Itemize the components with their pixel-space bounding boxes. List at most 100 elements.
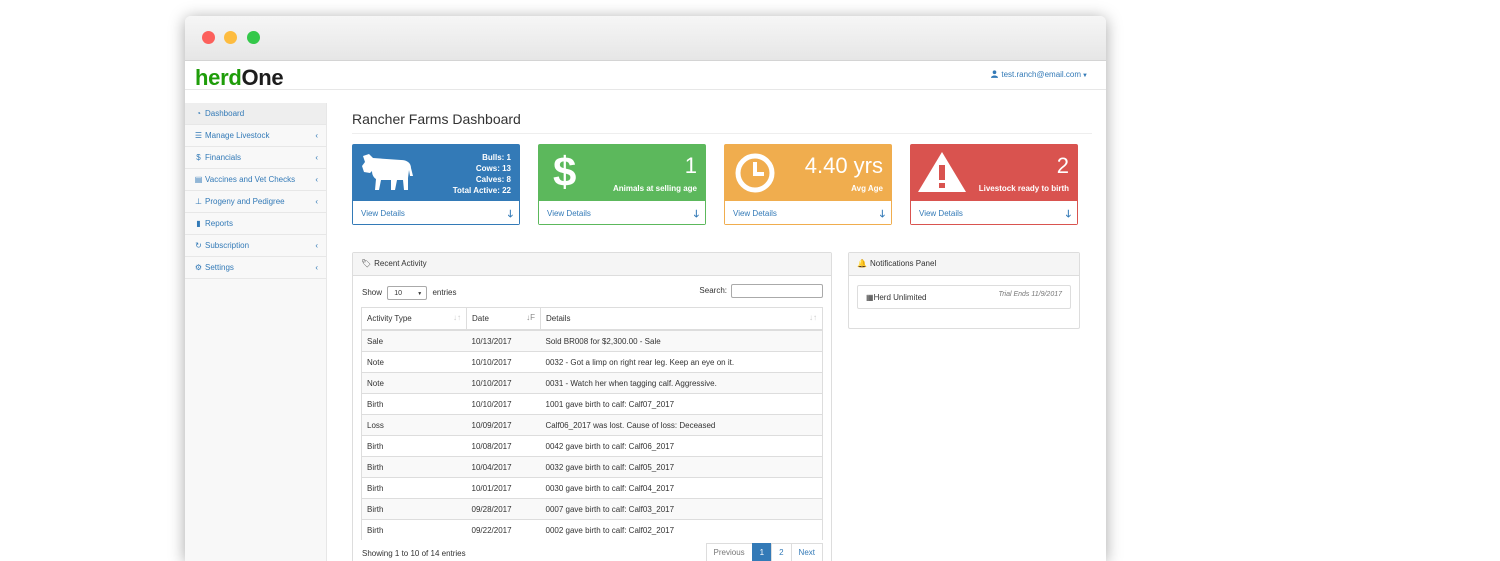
sidebar-item-progeny[interactable]: ⊥ Progeny and Pedigree ‹	[185, 191, 326, 213]
date-cell: 10/08/2017	[466, 435, 541, 457]
table-row: Birth 10/04/2017 0032 gave birth to calf: …	[361, 456, 823, 478]
notification-item[interactable]: ▦Herd Unlimited Trial Ends 11/9/2017	[857, 285, 1071, 309]
sidebar-item-dashboard[interactable]: ◔ Dashboard	[185, 103, 326, 125]
table-row: Birth 10/10/2017 1001 gave birth to calf: …	[361, 393, 823, 415]
brand-part2: One	[241, 65, 284, 90]
table-row: Note 10/10/2017 0032 - Got a limp on right…	[361, 351, 823, 373]
ready-to-birth-value: 2	[1056, 153, 1069, 178]
chevron-left-icon: ‹	[315, 197, 318, 206]
top-navbar: herdOne test.ranch@email.com▼	[185, 61, 1106, 90]
livestock-view-details[interactable]: View Details 🡓	[353, 202, 519, 224]
close-window-button[interactable]	[202, 31, 215, 44]
ready-to-birth-view-details[interactable]: View Details 🡓	[911, 202, 1077, 224]
sidebar-item-vaccines[interactable]: ▤ Vaccines and Vet Checks ‹	[185, 169, 326, 191]
bar-chart-icon: ▮	[196, 219, 201, 228]
sidebar-item-reports[interactable]: ▮ Reports	[185, 213, 326, 235]
date-cell: 10/10/2017	[466, 393, 541, 415]
view-details-link[interactable]: View Details	[361, 209, 405, 218]
sidebar-item-label: Progeny and Pedigree	[205, 197, 285, 206]
activity-type-cell: Note	[361, 351, 467, 373]
date-cell: 10/10/2017	[466, 351, 541, 373]
table-row: Note 10/10/2017 0031 - Watch her when tagg…	[361, 372, 823, 394]
entries-select-value: 10	[394, 290, 403, 297]
search-label: Search:	[699, 286, 727, 296]
brand-logo[interactable]: herdOne	[195, 65, 284, 91]
arrow-down-icon: 🡓	[693, 209, 699, 220]
column-header-details[interactable]: Details ↓↑	[540, 307, 823, 331]
chevron-left-icon: ‹	[315, 241, 318, 250]
gear-icon: ⚙	[194, 263, 203, 272]
page-title: Rancher Farms Dashboard	[352, 111, 521, 127]
entries-select[interactable]: 10 ▼	[387, 286, 428, 300]
entries-label: entries	[432, 288, 457, 298]
view-details-link[interactable]: View Details	[919, 209, 963, 218]
table-row: Birth 10/08/2017 0042 gave birth to calf: …	[361, 435, 823, 457]
sidebar-item-label: Dashboard	[205, 109, 245, 118]
chevron-left-icon: ‹	[315, 153, 318, 162]
table-row: Loss 10/09/2017 Calf06_2017 was lost. Caus…	[361, 414, 823, 436]
avg-age-value: 4.40 yrs	[804, 153, 883, 178]
caret-down-icon: ▼	[417, 291, 423, 297]
bulls-count: Bulls: 1	[482, 153, 511, 162]
selling-age-view-details[interactable]: View Details 🡓	[539, 202, 705, 224]
selling-age-value: 1	[684, 153, 697, 178]
view-details-link[interactable]: View Details	[733, 209, 777, 218]
list-alt-icon: ▤	[194, 175, 203, 184]
sitemap-icon: ⊥	[195, 197, 202, 206]
refresh-icon: ↻	[195, 241, 202, 250]
livestock-card: Bulls: 1 Cows: 13 Calves: 8 Total Active…	[352, 144, 520, 225]
date-cell: 10/01/2017	[466, 477, 541, 499]
sidebar-item-label: Reports	[205, 219, 234, 228]
activity-type-cell: Loss	[361, 414, 467, 436]
details-cell: 0030 gave birth to calf: Calf04_2017	[540, 477, 823, 499]
sidebar-item-settings[interactable]: ⚙ Settings ‹	[185, 257, 326, 279]
tags-icon: 🏷	[361, 259, 372, 268]
column-header-activity-type[interactable]: Activity Type ↓↑	[361, 307, 467, 331]
minimize-window-button[interactable]	[224, 31, 237, 44]
sidebar-item-financials[interactable]: $ Financials ‹	[185, 147, 326, 169]
search-input[interactable]	[731, 284, 823, 298]
selling-age-label: Animals at selling age	[612, 184, 697, 193]
recent-activity-panel: 🏷 Recent Activity Show 10 ▼ entries Search…	[352, 252, 832, 561]
details-cell: 0002 gave birth to calf: Calf02_2017	[540, 519, 823, 540]
caret-down-icon: ▼	[1082, 73, 1088, 79]
date-cell: 10/04/2017	[466, 456, 541, 478]
calendar-icon: ▦	[866, 293, 874, 302]
list-icon: ☰	[194, 131, 203, 140]
activity-type-cell: Sale	[361, 329, 467, 352]
column-header-label: Activity Type	[367, 314, 412, 323]
ready-to-birth-label: Livestock ready to birth	[978, 184, 1069, 193]
sidebar-item-manage-livestock[interactable]: ☰ Manage Livestock ‹	[185, 125, 326, 147]
column-header-label: Date	[472, 314, 489, 323]
table-row: Birth 09/22/2017 0002 gave birth to calf: …	[361, 519, 823, 540]
recent-activity-title: Recent Activity	[374, 259, 427, 268]
maximize-window-button[interactable]	[247, 31, 260, 44]
total-active-count: Total Active: 22	[452, 186, 511, 195]
sidebar-item-label: Vaccines and Vet Checks	[205, 175, 296, 184]
sidebar-item-subscription[interactable]: ↻ Subscription ‹	[185, 235, 326, 257]
brand-part1: herd	[195, 65, 242, 90]
clock-icon	[735, 153, 775, 193]
sort-icon: ↓↑	[453, 313, 461, 322]
avg-age-view-details[interactable]: View Details 🡓	[725, 202, 891, 224]
ready-to-birth-card-header: 2 Livestock ready to birth	[911, 145, 1077, 201]
sort-desc-icon: ↓F	[526, 313, 535, 322]
column-header-date[interactable]: Date ↓F	[466, 307, 541, 331]
view-details-link[interactable]: View Details	[547, 209, 591, 218]
activity-type-cell: Birth	[361, 477, 467, 499]
table-header-row: Activity Type ↓↑ Date ↓F Details ↓↑	[361, 307, 823, 331]
date-cell: 09/22/2017	[466, 519, 541, 540]
notifications-title: Notifications Panel	[869, 259, 937, 268]
activity-type-cell: Birth	[361, 498, 467, 520]
title-divider	[352, 133, 1092, 134]
date-cell: 10/10/2017	[466, 372, 541, 394]
table-row: Sale 10/13/2017 Sold BR008 for $2,300.00 -…	[361, 329, 823, 352]
sidebar: ◔ Dashboard ☰ Manage Livestock ‹ $ Financia…	[185, 103, 327, 561]
show-label: Show	[362, 288, 383, 298]
table-row: Birth 10/01/2017 0030 gave birth to calf: …	[361, 477, 823, 499]
browser-window: herdOne test.ranch@email.com▼ ◔ Dashboard…	[185, 16, 1106, 561]
user-email: test.ranch@email.com	[1001, 70, 1082, 79]
selling-age-card: $ 1 Animals at selling age View Details …	[538, 144, 706, 225]
user-menu[interactable]: test.ranch@email.com▼	[991, 70, 1088, 79]
cow-icon	[362, 154, 413, 190]
